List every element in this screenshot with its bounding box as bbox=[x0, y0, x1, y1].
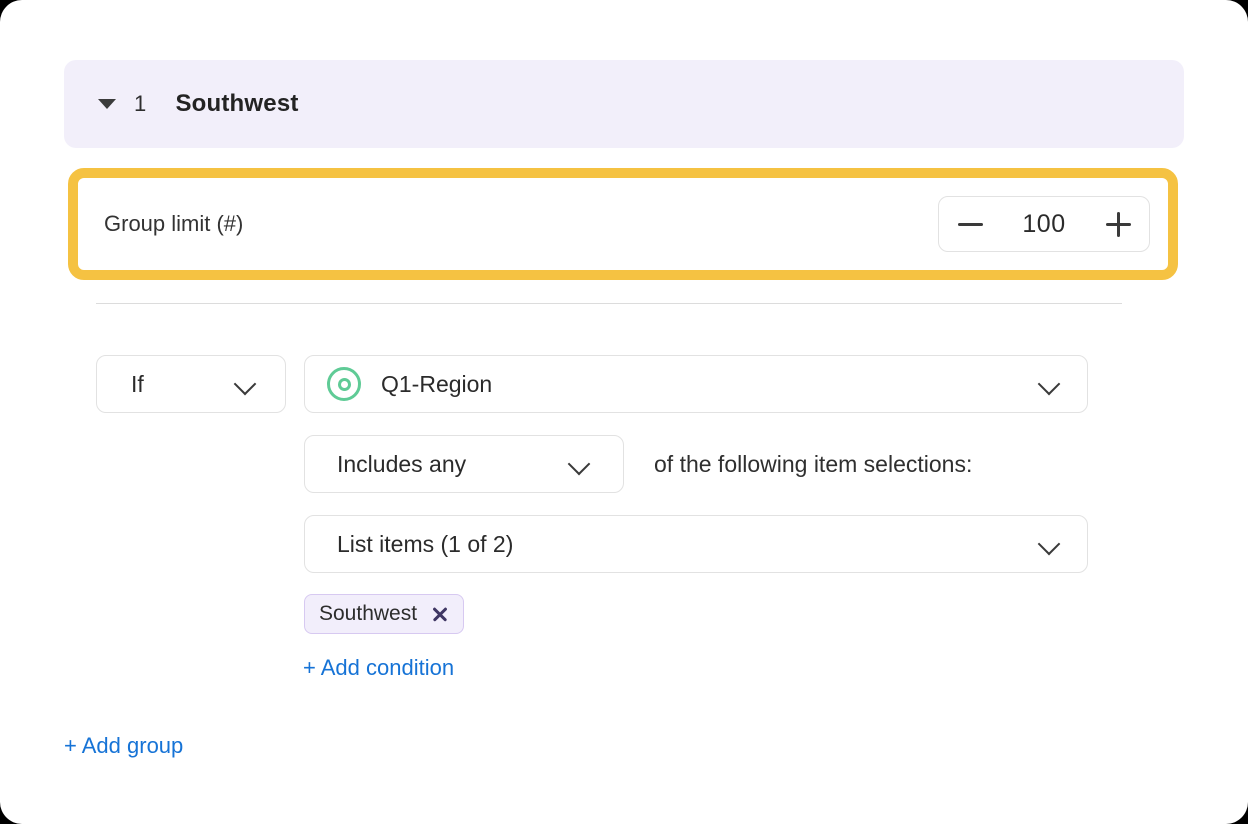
group-limit-label: Group limit (#) bbox=[104, 211, 244, 236]
caret-down-icon[interactable] bbox=[98, 99, 116, 109]
minus-icon bbox=[957, 222, 983, 226]
condition-connector-value: If bbox=[131, 370, 144, 397]
chevron-down-icon bbox=[1039, 533, 1061, 555]
radio-selected-icon bbox=[327, 367, 361, 401]
chevron-down-icon bbox=[235, 373, 257, 395]
list-items-value: List items (1 of 2) bbox=[337, 530, 514, 557]
condition-connector-select[interactable]: If bbox=[96, 355, 286, 413]
chevron-down-icon bbox=[1039, 373, 1061, 395]
selected-item-label: Southwest bbox=[319, 602, 418, 625]
group-index: 1 bbox=[134, 91, 147, 116]
condition-target-select[interactable]: Q1-Region bbox=[304, 355, 1088, 413]
condition-target-value: Q1-Region bbox=[381, 370, 493, 397]
group-limit-row: Group limit (#) 100 bbox=[78, 178, 1168, 270]
selected-item-chip[interactable]: Southwest bbox=[304, 594, 465, 634]
group-limit-stepper[interactable]: 100 bbox=[938, 196, 1150, 252]
section-divider bbox=[96, 303, 1122, 304]
condition-operator-select[interactable]: Includes any bbox=[304, 435, 624, 493]
plus-icon bbox=[1105, 211, 1131, 237]
group-limit-highlight: Group limit (#) 100 bbox=[68, 168, 1178, 280]
rule-builder-panel: 1 Southwest Group limit (#) 100 If Q1-Re… bbox=[0, 0, 1248, 824]
operator-suffix-text: of the following item selections: bbox=[654, 451, 973, 477]
close-icon[interactable] bbox=[431, 605, 449, 623]
group-title: Southwest bbox=[175, 90, 299, 117]
condition-operator-value: Includes any bbox=[337, 450, 467, 477]
chevron-down-icon bbox=[569, 453, 591, 475]
increment-button[interactable] bbox=[1087, 197, 1149, 251]
decrement-button[interactable] bbox=[939, 197, 1001, 251]
group-limit-value[interactable]: 100 bbox=[1001, 210, 1087, 239]
list-items-select[interactable]: List items (1 of 2) bbox=[304, 515, 1088, 573]
add-group-link[interactable]: + Add group bbox=[64, 733, 183, 759]
add-condition-link[interactable]: + Add condition bbox=[303, 655, 454, 681]
group-header[interactable]: 1 Southwest bbox=[64, 60, 1184, 148]
